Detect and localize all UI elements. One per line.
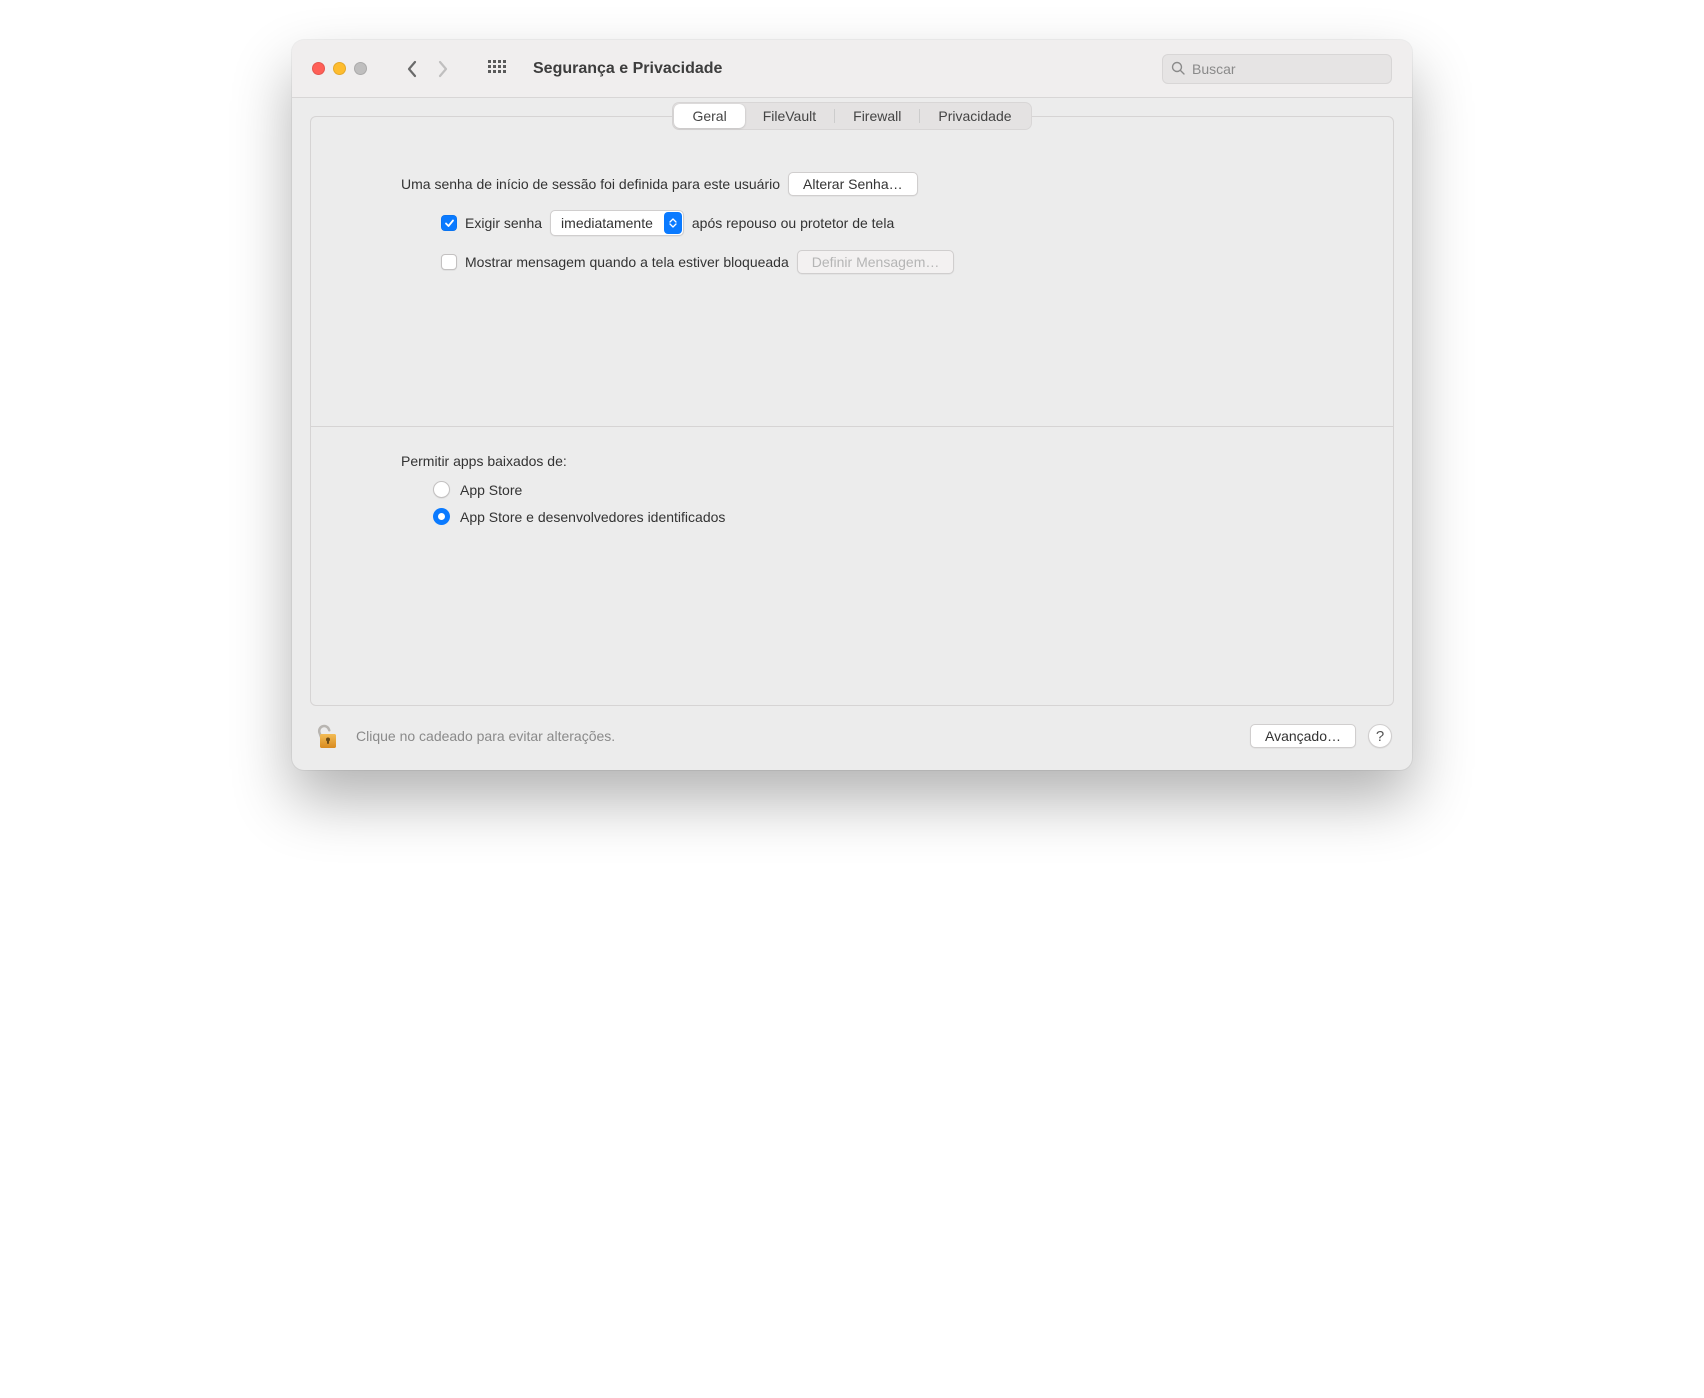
tab-filevault[interactable]: FileVault	[745, 104, 834, 128]
radio-app-store-identified-label: App Store e desenvolvedores identificado…	[460, 509, 725, 525]
grid-icon	[488, 60, 506, 78]
select-stepper-icon	[664, 212, 682, 234]
zoom-window-button	[354, 62, 367, 75]
chevron-right-icon	[438, 60, 449, 78]
content: Geral FileVault Firewall Privacidade Uma…	[292, 98, 1412, 706]
require-password-checkbox[interactable]	[441, 215, 457, 231]
close-window-button[interactable]	[312, 62, 325, 75]
tabbar: Geral FileVault Firewall Privacidade	[672, 102, 1031, 130]
advanced-button[interactable]: Avançado…	[1250, 724, 1356, 748]
window-title: Segurança e Privacidade	[533, 60, 722, 78]
forward-button	[429, 55, 457, 83]
search-field[interactable]	[1162, 54, 1392, 84]
help-button[interactable]: ?	[1368, 724, 1392, 748]
search-input[interactable]	[1192, 61, 1383, 77]
minimize-window-button[interactable]	[333, 62, 346, 75]
search-icon	[1171, 61, 1186, 76]
show-lock-message-label: Mostrar mensagem quando a tela estiver b…	[465, 254, 789, 270]
require-password-label: Exigir senha	[465, 215, 542, 231]
general-pane: Uma senha de início de sessão foi defini…	[311, 117, 1393, 565]
set-lock-message-button: Definir Mensagem…	[797, 250, 955, 274]
lock-hint-text: Clique no cadeado para evitar alterações…	[356, 728, 615, 744]
radio-app-store-label: App Store	[460, 482, 522, 498]
show-lock-message-checkbox[interactable]	[441, 254, 457, 270]
unlocked-padlock-icon	[314, 721, 342, 751]
radio-app-store-identified[interactable]	[433, 508, 450, 525]
nav-buttons	[397, 55, 457, 83]
preferences-window: Segurança e Privacidade Geral FileVault …	[292, 40, 1412, 770]
tab-firewall[interactable]: Firewall	[835, 104, 919, 128]
back-button[interactable]	[397, 55, 425, 83]
chevron-left-icon	[406, 60, 417, 78]
require-password-delay-select[interactable]: imediatamente	[550, 210, 684, 236]
tab-privacy[interactable]: Privacidade	[920, 104, 1029, 128]
main-panel: Geral FileVault Firewall Privacidade Uma…	[310, 116, 1394, 706]
footer: Clique no cadeado para evitar alterações…	[292, 706, 1412, 770]
allow-apps-radio-group: App Store App Store e desenvolvedores id…	[401, 481, 1303, 525]
divider	[311, 426, 1393, 427]
show-all-button[interactable]	[483, 55, 511, 83]
allow-apps-label: Permitir apps baixados de:	[401, 453, 1303, 469]
change-password-button[interactable]: Alterar Senha…	[788, 172, 918, 196]
titlebar: Segurança e Privacidade	[292, 40, 1412, 98]
tab-general[interactable]: Geral	[674, 104, 744, 128]
lock-button[interactable]	[312, 720, 344, 752]
require-password-suffix: após repouso ou protetor de tela	[692, 215, 894, 231]
checkmark-icon	[444, 218, 455, 229]
password-set-label: Uma senha de início de sessão foi defini…	[401, 176, 780, 192]
select-value: imediatamente	[551, 212, 663, 234]
window-controls	[312, 62, 367, 75]
radio-app-store[interactable]	[433, 481, 450, 498]
